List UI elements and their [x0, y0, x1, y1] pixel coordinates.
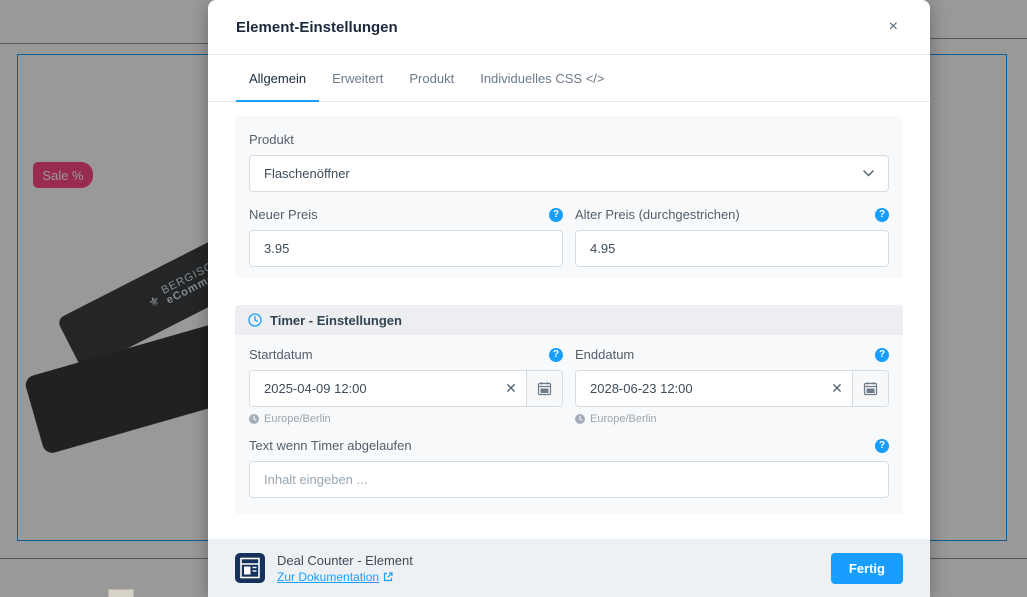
tab-individuelles-css[interactable]: Individuelles CSS </>: [467, 55, 617, 101]
close-icon[interactable]: ×: [885, 15, 902, 39]
calendar-icon[interactable]: [852, 371, 888, 406]
settings-tabbar: Allgemein Erweitert Produkt Individuelle…: [208, 55, 930, 102]
element-settings-modal: Element-Einstellungen × Allgemein Erweit…: [208, 0, 930, 597]
new-price-input[interactable]: [249, 230, 563, 267]
end-date-field-group: Enddatum ? ✕: [575, 347, 889, 425]
tab-erweitert[interactable]: Erweitert: [319, 55, 396, 101]
help-icon[interactable]: ?: [549, 208, 563, 222]
start-date-input[interactable]: [250, 371, 496, 406]
chevron-down-icon: [863, 170, 874, 177]
help-icon[interactable]: ?: [875, 208, 889, 222]
end-timezone-label: Europe/Berlin: [590, 413, 657, 425]
partial-bottom-element: [108, 589, 134, 597]
clock-icon: [248, 313, 262, 327]
start-date-control: ✕: [249, 370, 563, 407]
product-label: Produkt: [249, 132, 294, 147]
end-date-label: Enddatum: [575, 347, 634, 362]
help-icon[interactable]: ?: [875, 348, 889, 362]
expired-text-field-group: Text wenn Timer abgelaufen ?: [249, 438, 889, 498]
end-timezone-row: Europe/Berlin: [575, 413, 889, 425]
tab-produkt[interactable]: Produkt: [396, 55, 467, 101]
calendar-icon[interactable]: [526, 371, 562, 406]
product-select[interactable]: Flaschenöffner: [249, 155, 889, 192]
element-block-icon: [235, 553, 265, 583]
help-icon[interactable]: ?: [875, 439, 889, 453]
element-name: Deal Counter - Element: [277, 553, 413, 568]
modal-body: Produkt Flaschenöffner Neuer Preis ?: [208, 102, 930, 514]
clear-icon[interactable]: ✕: [822, 371, 852, 406]
timezone-clock-icon: [249, 414, 259, 424]
old-price-input[interactable]: [575, 230, 889, 267]
end-date-input[interactable]: [576, 371, 822, 406]
tab-allgemein[interactable]: Allgemein: [236, 55, 319, 101]
start-date-label: Startdatum: [249, 347, 313, 362]
product-settings-card: Produkt Flaschenöffner Neuer Preis ?: [235, 116, 903, 278]
start-date-field-group: Startdatum ? ✕: [249, 347, 563, 425]
timezone-clock-icon: [575, 414, 585, 424]
timer-card-title: Timer - Einstellungen: [270, 313, 402, 328]
modal-header: Element-Einstellungen ×: [208, 0, 930, 55]
start-timezone-label: Europe/Berlin: [264, 413, 331, 425]
timer-settings-card: Timer - Einstellungen Startdatum ? ✕: [235, 305, 903, 514]
clear-icon[interactable]: ✕: [496, 371, 526, 406]
product-select-value: Flaschenöffner: [264, 166, 350, 181]
expired-text-label: Text wenn Timer abgelaufen: [249, 438, 412, 453]
modal-title: Element-Einstellungen: [236, 19, 398, 36]
help-icon[interactable]: ?: [549, 348, 563, 362]
new-price-label: Neuer Preis: [249, 207, 318, 222]
expired-text-input[interactable]: [249, 461, 889, 498]
documentation-link[interactable]: Zur Dokumentation: [277, 570, 413, 584]
old-price-label: Alter Preis (durchgestrichen): [575, 207, 740, 222]
start-timezone-row: Europe/Berlin: [249, 413, 563, 425]
timer-card-header: Timer - Einstellungen: [235, 305, 903, 335]
end-date-control: ✕: [575, 370, 889, 407]
done-button[interactable]: Fertig: [831, 553, 903, 584]
external-link-icon: [383, 572, 393, 582]
old-price-field-group: Alter Preis (durchgestrichen) ?: [575, 207, 889, 267]
modal-footer: Deal Counter - Element Zur Dokumentation…: [208, 539, 930, 597]
new-price-field-group: Neuer Preis ?: [249, 207, 563, 267]
